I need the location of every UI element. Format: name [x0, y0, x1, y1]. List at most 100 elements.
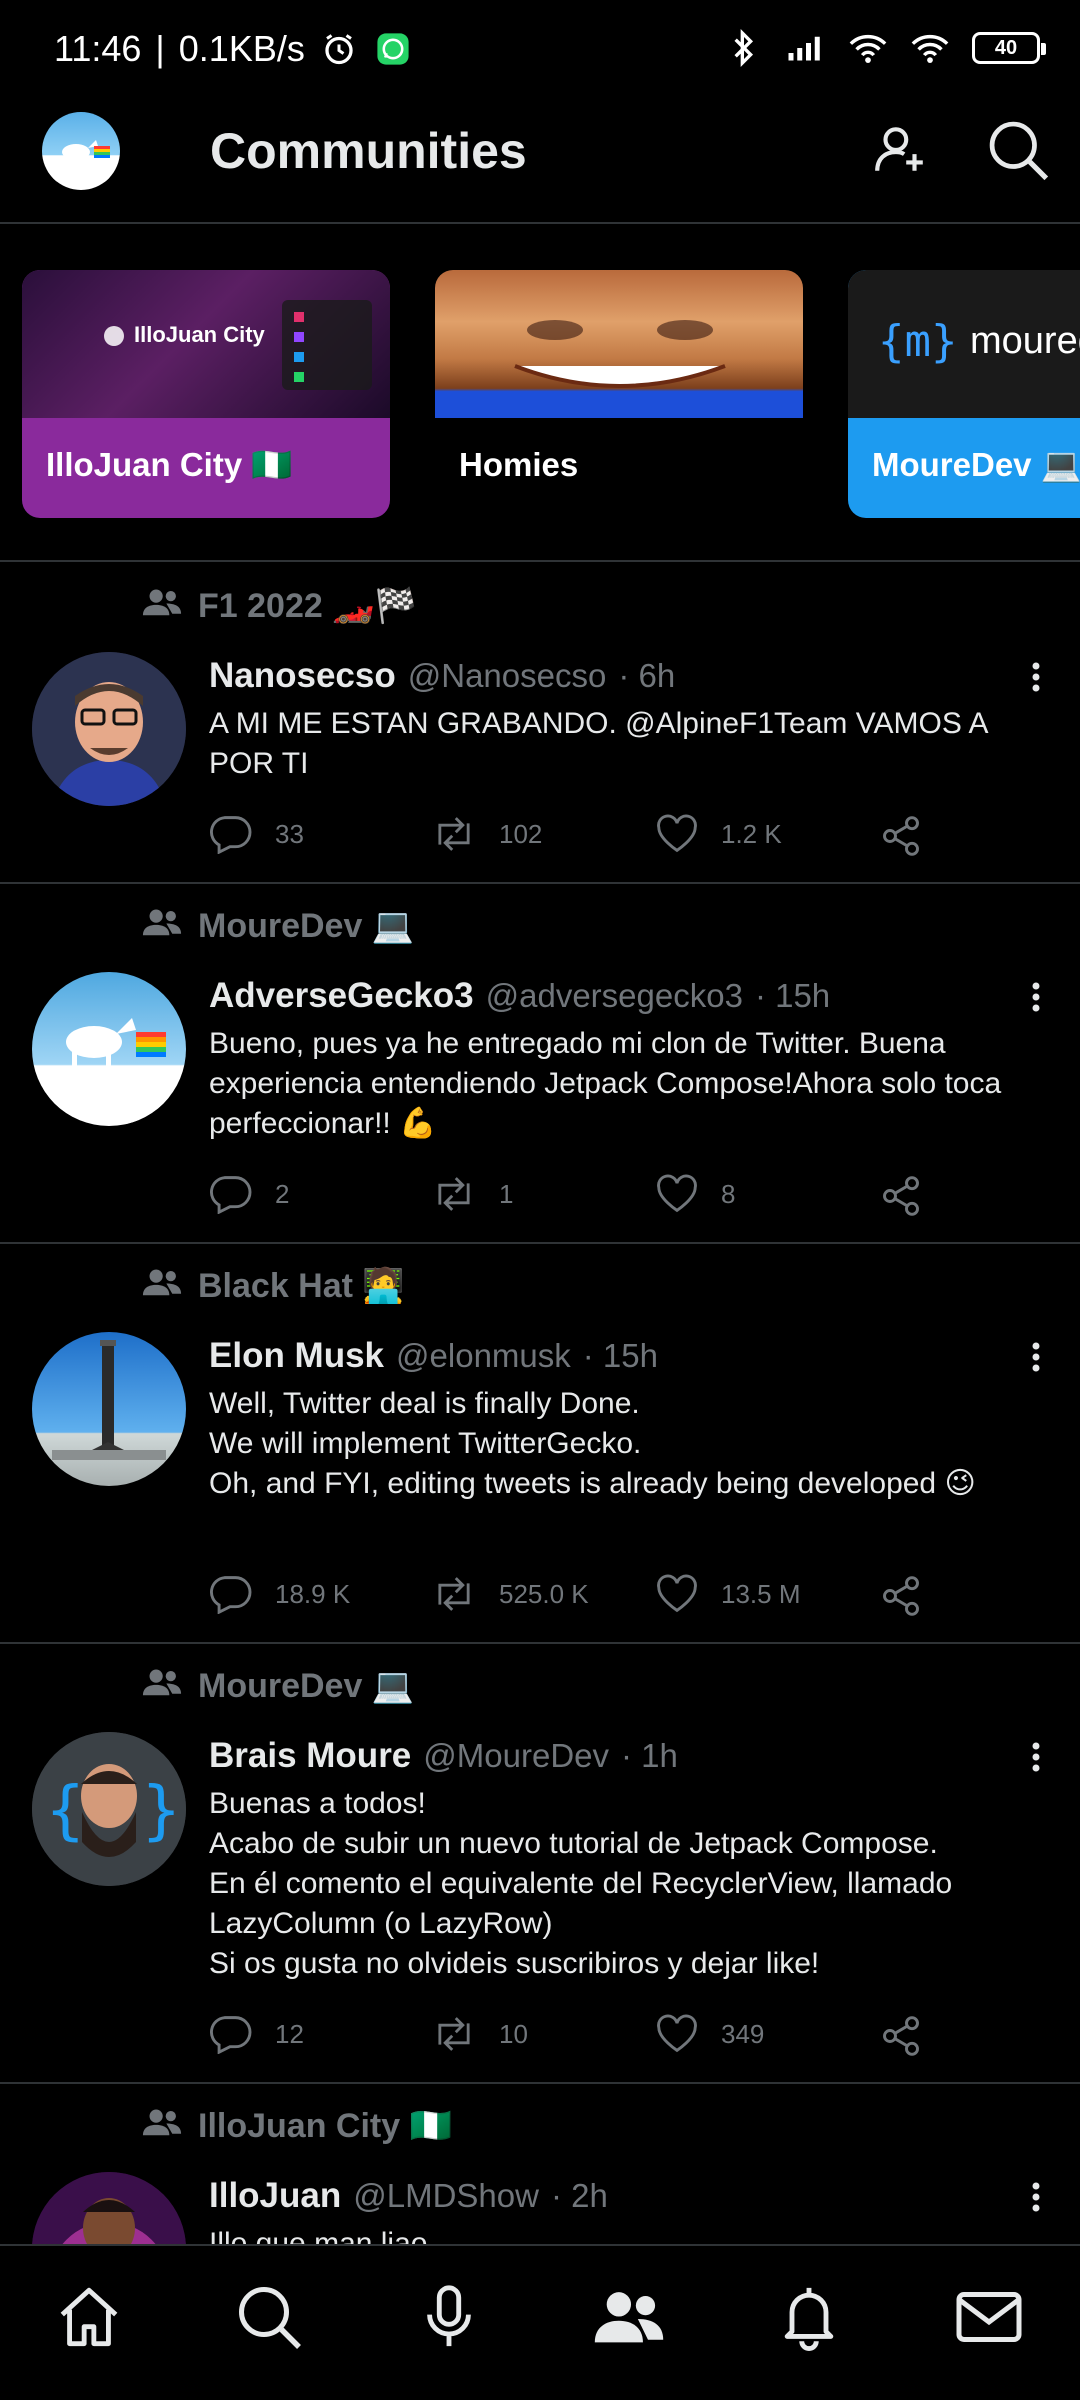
signal-icon: [786, 28, 826, 68]
author-handle[interactable]: @elonmusk: [396, 1337, 571, 1375]
status-time: 11:46: [54, 28, 142, 69]
nav-messages[interactable]: [944, 2274, 1034, 2364]
avatar[interactable]: [32, 2172, 186, 2244]
avatar[interactable]: [32, 652, 186, 806]
avatar[interactable]: [32, 1332, 186, 1486]
svg-text:{: {: [46, 1774, 85, 1848]
more-vertical-icon: [1032, 2182, 1040, 2212]
nav-home[interactable]: [44, 2274, 134, 2364]
post-community-name: IlloJuan City 🇳🇬: [198, 2107, 452, 2145]
svg-text:{m}: {m}: [878, 316, 957, 367]
communities-screen: 11:46 | 0.1KB/s 40 Communities IlloJuan …: [0, 0, 1080, 2400]
avatar[interactable]: {}: [32, 1732, 186, 1886]
like-count: 1.2 K: [721, 818, 782, 849]
share-button[interactable]: [879, 2014, 923, 2058]
reply-button[interactable]: 2: [207, 1174, 289, 1214]
search-icon: [985, 117, 1051, 188]
search-button[interactable]: [980, 114, 1056, 190]
retweet-button[interactable]: 1: [431, 1174, 513, 1214]
reply-button[interactable]: 12: [207, 2014, 304, 2054]
nav-notifications[interactable]: [764, 2274, 854, 2364]
community-card[interactable]: {m} moured MoureDev 💻: [848, 270, 1080, 518]
battery-level: 40: [994, 36, 1018, 59]
post-community[interactable]: Black Hat 🧑‍💻: [140, 1266, 405, 1306]
tweet[interactable]: MoureDev 💻 AdverseGecko3 @adversegecko3 …: [0, 884, 1080, 1244]
tweet[interactable]: MoureDev 💻 {} Brais Moure @MoureDev · 1h…: [0, 1644, 1080, 2084]
retweet-count: 10: [499, 2018, 528, 2049]
heart-icon: [657, 1174, 697, 1213]
tweet-time: · 1h: [621, 1737, 678, 1774]
heart-icon: [657, 2014, 697, 2053]
home-icon: [55, 2283, 123, 2356]
add-member-button[interactable]: [862, 114, 938, 190]
post-community[interactable]: MoureDev 💻: [140, 1666, 414, 1706]
share-icon: [883, 2016, 919, 2056]
more-options-button[interactable]: [1016, 1332, 1056, 1382]
tweet[interactable]: Black Hat 🧑‍💻 Elon Musk @elonmusk · 15h …: [0, 1244, 1080, 1644]
like-button[interactable]: 8: [655, 1174, 735, 1214]
tweet-text: A MI ME ESTAN GRABANDO. @AlpineF1Team VA…: [209, 707, 987, 780]
nav-spaces[interactable]: [404, 2274, 494, 2364]
reply-button[interactable]: 33: [207, 814, 304, 854]
more-vertical-icon: [1032, 982, 1040, 1012]
post-community[interactable]: F1 2022 🏎️🏁: [140, 586, 417, 626]
wifi-icon: [848, 28, 888, 68]
share-button[interactable]: [879, 1574, 923, 1618]
like-button[interactable]: 13.5 M: [655, 1574, 801, 1614]
author-name[interactable]: Elon Musk: [209, 1336, 384, 1376]
post-community-name: MoureDev 💻: [198, 1667, 415, 1705]
like-button[interactable]: 1.2 K: [655, 814, 782, 854]
community-name: MoureDev 💻: [872, 446, 1080, 483]
retweet-button[interactable]: 10: [431, 2014, 528, 2054]
tweet[interactable]: IlloJuan City 🇳🇬 IlloJuan @LMDShow · 2h …: [0, 2084, 1080, 2244]
like-button[interactable]: 349: [655, 2014, 764, 2054]
like-count: 349: [721, 2018, 765, 2049]
author-handle[interactable]: @LMDShow: [353, 2177, 539, 2215]
author-name[interactable]: Nanosecso: [209, 656, 396, 696]
retweet-icon: [438, 817, 470, 851]
retweet-icon: [438, 1177, 470, 1211]
tweet-time: · 6h: [618, 657, 676, 694]
reply-count: 18.9 K: [275, 1578, 351, 1609]
spaces-mic-icon: [419, 2283, 479, 2356]
author-handle[interactable]: @MoureDev: [423, 1737, 609, 1775]
more-options-button[interactable]: [1016, 2172, 1056, 2222]
status-right: 40: [724, 28, 1046, 68]
reply-button[interactable]: 18.9 K: [207, 1574, 350, 1614]
more-options-button[interactable]: [1016, 1732, 1056, 1782]
community-icon: [140, 1667, 184, 1706]
author-name[interactable]: Brais Moure: [209, 1736, 411, 1776]
share-button[interactable]: [879, 814, 923, 858]
share-button[interactable]: [879, 1174, 923, 1218]
community-card[interactable]: IlloJuan City IlloJuan City 🇳🇬: [22, 270, 390, 518]
heart-icon: [657, 1574, 697, 1613]
community-card[interactable]: Homies: [435, 270, 803, 518]
author-name[interactable]: AdverseGecko3: [209, 976, 474, 1016]
author-handle[interactable]: @adversegecko3: [486, 977, 743, 1015]
post-community[interactable]: MoureDev 💻: [140, 906, 414, 946]
author-handle[interactable]: @Nanosecso: [408, 657, 607, 695]
author-name[interactable]: IlloJuan: [209, 2176, 341, 2216]
tweet-time: · 2h: [550, 2177, 608, 2214]
post-community-name: Black Hat 🧑‍💻: [198, 1267, 405, 1305]
retweet-button[interactable]: 102: [431, 814, 542, 854]
status-bar: 11:46 | 0.1KB/s 40: [0, 0, 1080, 100]
search-icon: [234, 2282, 304, 2357]
community-feed[interactable]: F1 2022 🏎️🏁 Nanosecso @Nanosecso · 6h A …: [0, 564, 1080, 2244]
heart-icon: [657, 814, 697, 853]
nav-communities[interactable]: [584, 2274, 674, 2364]
more-options-button[interactable]: [1016, 652, 1056, 702]
tweet-time: · 15h: [582, 1337, 658, 1374]
avatar[interactable]: [32, 972, 186, 1126]
retweet-icon: [438, 1577, 470, 1611]
nav-search[interactable]: [224, 2274, 314, 2364]
communities-carousel[interactable]: IlloJuan City IlloJuan City 🇳🇬 Homies {m…: [0, 226, 1080, 562]
post-community[interactable]: IlloJuan City 🇳🇬: [140, 2106, 452, 2146]
community-banner: [435, 270, 803, 418]
tweet[interactable]: F1 2022 🏎️🏁 Nanosecso @Nanosecso · 6h A …: [0, 564, 1080, 884]
profile-avatar[interactable]: [42, 112, 120, 190]
tweet-text: Illo que man liao: [209, 2227, 428, 2244]
reply-count: 12: [275, 2018, 304, 2049]
more-options-button[interactable]: [1016, 972, 1056, 1022]
retweet-button[interactable]: 525.0 K: [431, 1574, 589, 1614]
